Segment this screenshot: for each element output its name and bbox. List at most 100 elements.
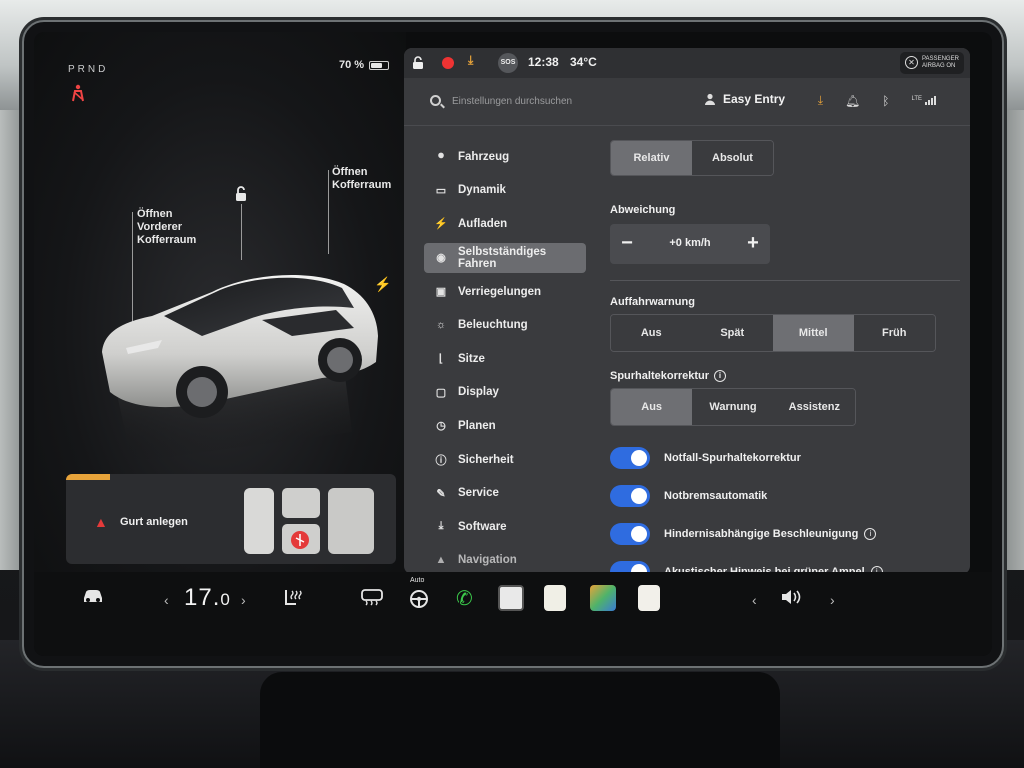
sidebar-item-label: Aufladen [458, 217, 508, 230]
toggle-switch[interactable] [610, 523, 650, 545]
passenger-airbag-status: ✕ PASSENGER AIRBAG ON [900, 52, 964, 74]
sidebar-item[interactable]: ☼ Beleuchtung [424, 308, 586, 342]
toybox-app-icon[interactable] [590, 585, 616, 611]
wiper-auto-label: Auto [410, 577, 425, 584]
sidebar-item[interactable]: ▭ Dynamik [424, 174, 586, 208]
toggle-switch[interactable] [610, 447, 650, 469]
toggle-row: Hindernisabhängige Beschleunigung i [610, 522, 877, 546]
sidebar-item[interactable]: ▲ Navigation [424, 544, 586, 574]
sidebar-item-label: Sicherheit [458, 453, 514, 466]
toggle-label: Notbremsautomatik [664, 490, 768, 502]
seat-heater-icon[interactable] [282, 588, 304, 613]
sidebar-item-label: Navigation [458, 554, 517, 567]
clock: 12:38 [528, 55, 559, 69]
calendar-app-icon[interactable] [638, 585, 660, 611]
bell-icon[interactable]: 🔔︎ [845, 94, 860, 108]
status-bar: ⤓ SOS 12:38 34°C ✕ PASSENGER AIRBAG ON [404, 48, 970, 78]
speed-offset-stepper: − +0 km/h + [610, 224, 770, 264]
header-icons: ⤓ 🔔︎ ᛒ LTE [818, 93, 936, 108]
phone-icon[interactable]: ✆ [456, 586, 473, 611]
clock-icon: ◷ [436, 420, 446, 433]
steering-heater-icon[interactable] [408, 588, 430, 615]
info-icon[interactable]: i [864, 528, 877, 540]
outside-temperature: 34°C [570, 55, 597, 69]
sidebar-item[interactable]: ⓘ Sicherheit [424, 443, 586, 477]
settings-search-input[interactable] [452, 92, 652, 110]
collision-option-off[interactable]: Aus [611, 315, 692, 351]
sidebar-item[interactable]: ◉ Selbstständiges Fahren [424, 242, 586, 273]
lane-option-assist[interactable]: Assistenz [773, 389, 855, 425]
info-icon: ⓘ [435, 454, 447, 467]
collision-option-medium[interactable]: Mittel [773, 315, 854, 351]
increase-offset-button[interactable]: + [740, 233, 766, 253]
toggle-knob [631, 488, 647, 504]
dashcam-app-icon[interactable] [498, 585, 524, 611]
battery-indicator: 70 % [339, 59, 390, 71]
collision-option-late[interactable]: Spät [691, 315, 773, 351]
sidebar-item[interactable]: ◷ Planen [424, 409, 586, 443]
signal-icon: LTE [911, 96, 936, 105]
bluetooth-icon[interactable]: ᛒ [882, 94, 889, 108]
sos-button[interactable]: SOS [498, 53, 518, 73]
sidebar-item-label: Sitze [458, 352, 485, 365]
manual-app-icon[interactable] [544, 585, 566, 611]
toggle-row: Notbremsautomatik [610, 484, 767, 508]
trunk-label-line1: Öffnen [332, 166, 368, 178]
display-icon: ▢ [435, 386, 447, 399]
wrench-icon: ✎ [436, 487, 446, 500]
seat-occupancy-diagram [244, 488, 374, 554]
rear-defrost-icon[interactable] [360, 588, 384, 613]
sidebar-item[interactable]: ⚡ Aufladen [424, 207, 586, 241]
collision-warning-selector: Aus Spät Mittel Früh [610, 314, 936, 352]
info-icon[interactable]: i [714, 370, 727, 383]
steering-wheel-icon: ◉ [436, 251, 446, 264]
temp-up-button[interactable]: › [241, 592, 246, 608]
alert-message: Gurt anlegen [120, 516, 188, 528]
bolt-icon: ⚡ [434, 218, 448, 231]
battery-fill [371, 62, 383, 68]
open-trunk-button[interactable]: Öffnen Kofferraum [332, 166, 391, 192]
temp-main: 17. [184, 584, 221, 611]
section-divider [610, 280, 960, 281]
mode-relative-option[interactable]: Relativ [611, 141, 692, 175]
mode-absolute-option[interactable]: Absolut [692, 141, 773, 175]
sidebar-item[interactable]: ⌊ Sitze [424, 342, 586, 376]
download-icon[interactable]: ⤓ [468, 53, 473, 68]
collision-warning-label: Auffahrwarnung [610, 296, 695, 308]
lane-option-warning[interactable]: Warnung [692, 389, 774, 425]
decrease-offset-button[interactable]: − [614, 233, 640, 253]
collision-option-early[interactable]: Früh [853, 315, 935, 351]
sidebar-item-label: Service [458, 487, 499, 500]
temp-down-button[interactable]: ‹ [164, 592, 169, 608]
search-icon [430, 95, 441, 106]
alert-accent-bar [66, 474, 110, 480]
cabin-temperature[interactable]: 17.0 [184, 584, 231, 612]
profile-name: Easy Entry [723, 92, 786, 106]
sidebar-item-label: Software [458, 520, 507, 533]
car-visualization-pane: PRND 70 % Öffnen Vorderer Kofferraum Öff… [34, 32, 406, 572]
speed-offset-mode-selector: Relativ Absolut [610, 140, 774, 176]
lock-status-icon[interactable] [412, 56, 424, 73]
person-icon [705, 93, 715, 105]
volume-up-button[interactable]: › [830, 592, 835, 608]
lane-option-off[interactable]: Aus [611, 389, 693, 425]
navigation-icon: ▲ [435, 554, 447, 567]
offset-value: +0 km/h [669, 237, 711, 249]
sidebar-item[interactable]: ▣ Verriegelungen [424, 275, 586, 309]
toggle-knob [631, 450, 647, 466]
driver-profile-button[interactable]: Easy Entry [704, 92, 785, 106]
sidebar-item[interactable]: ⏺ Fahrzeug [424, 140, 586, 174]
volume-icon[interactable] [780, 588, 802, 611]
sidebar-item[interactable]: ⤓ Software [424, 510, 586, 544]
toggle-label: Notfall-Spurhaltekorrektur [664, 452, 801, 464]
sidebar-item[interactable]: ▢ Display [424, 376, 586, 410]
toggle-switch[interactable] [610, 485, 650, 507]
download-icon: ⤓ [438, 520, 444, 533]
car-controls-icon[interactable] [82, 588, 104, 609]
volume-down-button[interactable]: ‹ [752, 592, 757, 608]
offset-label: Abweichung [610, 204, 676, 216]
lane-assist-label: Spurhaltekorrektur i [610, 370, 727, 383]
sidebar-item[interactable]: ✎ Service [424, 476, 586, 510]
software-download-icon[interactable]: ⤓ [818, 93, 823, 108]
dashcam-record-icon[interactable] [442, 57, 454, 69]
